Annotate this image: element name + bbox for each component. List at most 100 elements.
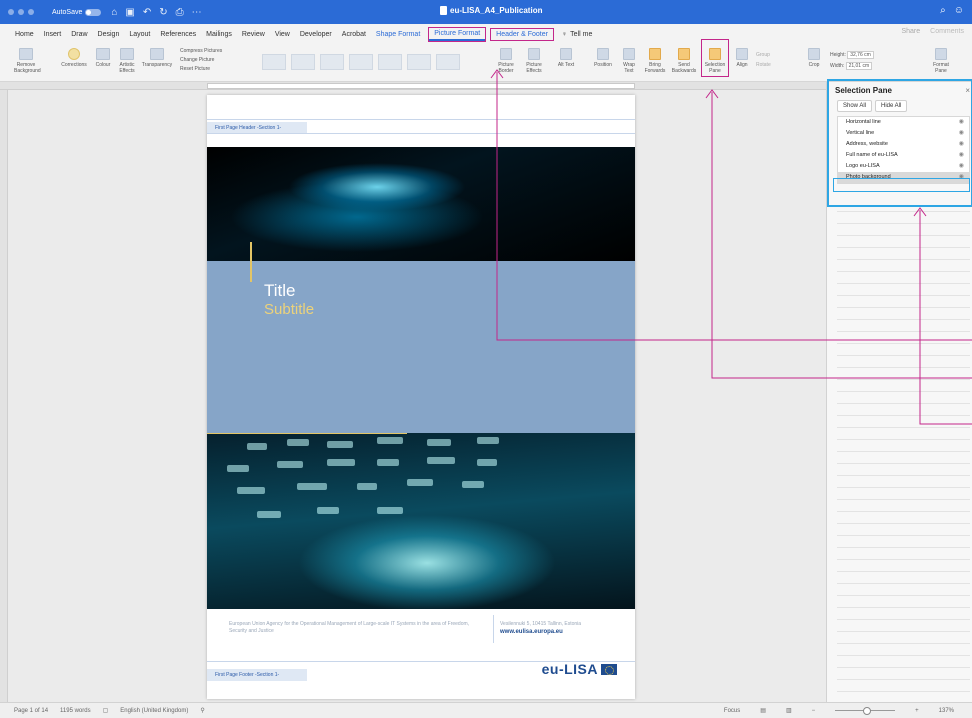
horizontal-line[interactable] — [207, 433, 407, 434]
footer-section-label[interactable]: First Page Footer -Section 1- — [207, 669, 307, 681]
more-icon[interactable]: ⋯ — [192, 7, 202, 18]
picture-style-1[interactable] — [262, 54, 286, 70]
proofing-icon[interactable]: ▢ — [103, 707, 109, 714]
position-button[interactable]: Position — [590, 48, 616, 68]
zoom-in-icon[interactable]: + — [915, 708, 919, 714]
document-title-text: eu-LISA_A4_Publication — [450, 6, 543, 15]
web-layout-icon[interactable]: ▥ — [786, 707, 792, 714]
height-input[interactable]: 32,76 cm — [847, 51, 874, 59]
cover-photo-top[interactable] — [207, 147, 635, 261]
undo-icon[interactable]: ↶ — [143, 7, 151, 18]
address-text[interactable]: Vesilennuki 5, 10415 Tallinn, Estonia — [500, 621, 581, 627]
tab-insert[interactable]: Insert — [39, 29, 67, 40]
picture-style-3[interactable] — [320, 54, 344, 70]
colour-button[interactable]: Colour — [92, 48, 114, 68]
close-window-button[interactable] — [8, 9, 14, 15]
bring-forwards-button[interactable]: Bring Forwards — [642, 48, 668, 74]
zoom-window-button[interactable] — [28, 9, 34, 15]
tab-view[interactable]: View — [270, 29, 295, 40]
zoom-level[interactable]: 137% — [939, 708, 954, 714]
photo-background[interactable] — [207, 433, 635, 609]
website-text[interactable]: www.eulisa.europa.eu — [500, 629, 563, 635]
change-picture-button[interactable]: Change Picture — [180, 56, 250, 65]
redo-icon[interactable]: ↻ — [159, 7, 167, 18]
tab-acrobat[interactable]: Acrobat — [337, 29, 371, 40]
selection-pane-button-highlight — [701, 39, 729, 77]
cover-subtitle[interactable]: Subtitle — [264, 301, 314, 318]
vertical-line[interactable] — [250, 242, 252, 282]
artistic-effects-button[interactable]: Artistic Effects — [116, 48, 138, 74]
tab-developer[interactable]: Developer — [295, 29, 337, 40]
horizontal-ruler[interactable] — [0, 82, 826, 90]
width-label: Width: — [830, 63, 845, 69]
zoom-out-icon[interactable]: − — [812, 708, 816, 714]
alt-text-button[interactable]: Alt Text — [556, 48, 576, 68]
tab-references[interactable]: References — [155, 29, 201, 40]
zoom-slider[interactable] — [835, 707, 896, 715]
align-button[interactable]: Align — [732, 48, 752, 68]
artistic-effects-icon — [120, 48, 134, 60]
alt-text-icon — [560, 48, 572, 60]
tab-picture-format[interactable]: Picture Format — [428, 26, 487, 42]
page-count[interactable]: Page 1 of 14 — [14, 708, 48, 714]
tell-me-search[interactable]: ♀ Tell me — [557, 29, 597, 40]
send-backwards-button[interactable]: Send Backwards — [670, 48, 698, 74]
comments-button[interactable]: Comments — [930, 28, 964, 35]
tab-header-footer[interactable]: Header & Footer — [490, 27, 554, 41]
picture-style-7[interactable] — [436, 54, 460, 70]
transparency-button[interactable]: Transparency — [140, 48, 174, 68]
picture-styles-gallery[interactable] — [262, 54, 460, 70]
tab-mailings[interactable]: Mailings — [201, 29, 237, 40]
tab-design[interactable]: Design — [93, 29, 125, 40]
position-icon — [597, 48, 609, 60]
full-name-eu-lisa[interactable]: European Union Agency for the Operationa… — [229, 621, 479, 635]
crop-button[interactable]: Crop — [804, 48, 824, 68]
alt-text-label: Alt Text — [557, 62, 575, 68]
word-count[interactable]: 1195 words — [60, 708, 91, 714]
title-bar: AutoSave ⌂ ▣ ↶ ↻ ⎙ ⋯ eu-LISA_A4_Publicat… — [0, 0, 972, 24]
picture-style-2[interactable] — [291, 54, 315, 70]
corrections-button[interactable]: Corrections — [58, 48, 90, 68]
picture-border-button[interactable]: Picture Border — [494, 48, 518, 74]
tab-review[interactable]: Review — [237, 29, 270, 40]
minimize-window-button[interactable] — [18, 9, 24, 15]
autosave-control[interactable]: AutoSave — [52, 8, 102, 16]
width-input[interactable]: 21,01 cm — [845, 62, 873, 70]
cover-title[interactable]: Title — [264, 281, 296, 301]
picture-effects-button[interactable]: Picture Effects — [522, 48, 546, 74]
account-icon[interactable]: ☺ — [954, 5, 964, 16]
reset-picture-button[interactable]: Reset Picture — [180, 65, 250, 74]
share-button[interactable]: Share — [901, 28, 920, 35]
remove-background-label: Remove Background — [14, 62, 41, 74]
print-icon[interactable]: ⎙ — [176, 7, 184, 18]
align-label: Align — [736, 62, 748, 68]
tab-draw[interactable]: Draw — [66, 29, 92, 40]
eu-flag-icon — [601, 663, 617, 675]
compress-pictures-button[interactable]: Compress Pictures — [180, 47, 250, 56]
home-icon[interactable]: ⌂ — [111, 7, 117, 18]
bring-forwards-label: Bring Forwards — [644, 62, 666, 74]
remove-background-button[interactable]: Remove Background — [14, 48, 41, 74]
language-indicator[interactable]: English (United Kingdom) — [120, 708, 188, 714]
save-icon[interactable]: ▣ — [125, 7, 134, 18]
picture-style-4[interactable] — [349, 54, 373, 70]
group-button[interactable]: Group — [756, 50, 796, 60]
vertical-ruler[interactable] — [0, 90, 8, 702]
autosave-toggle[interactable] — [85, 8, 102, 16]
ruler-page-area — [207, 83, 635, 89]
tab-layout[interactable]: Layout — [124, 29, 155, 40]
picture-style-5[interactable] — [378, 54, 402, 70]
print-layout-icon[interactable]: ▤ — [760, 707, 766, 714]
document-page[interactable]: First Page Header -Section 1- Title Subt… — [207, 95, 635, 699]
search-icon[interactable]: ⌕ — [940, 5, 946, 16]
tab-shape-format[interactable]: Shape Format — [371, 29, 425, 40]
accessibility-icon[interactable]: ⚲ — [200, 707, 204, 714]
wrap-text-button[interactable]: Wrap Text — [618, 48, 640, 74]
tab-home[interactable]: Home — [10, 29, 39, 40]
format-pane-button[interactable]: Format Pane — [928, 48, 954, 74]
focus-button[interactable]: Focus — [724, 708, 740, 714]
logo-eu-lisa[interactable]: eu-LISA — [542, 661, 617, 677]
rotate-button[interactable]: Rotate — [756, 60, 796, 70]
window-controls[interactable] — [8, 9, 34, 15]
picture-style-6[interactable] — [407, 54, 431, 70]
